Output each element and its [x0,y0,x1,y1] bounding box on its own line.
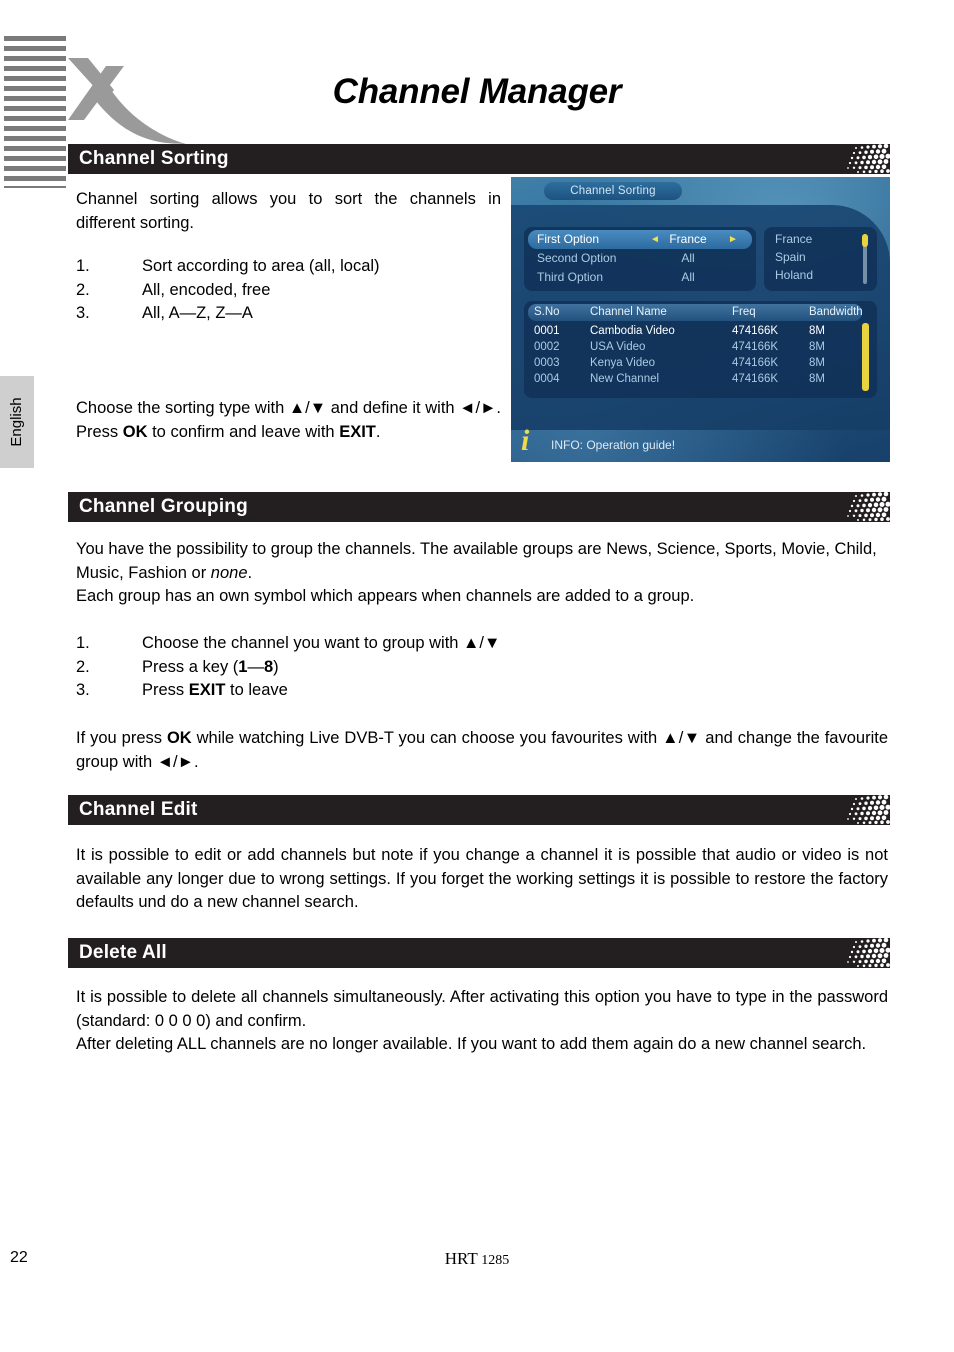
cell-sno: 0002 [534,341,560,353]
cell-bw: 8M [809,373,825,385]
scrollbar-thumb[interactable] [862,234,868,247]
footer-model-name: HRT [444,1249,478,1268]
tv-option-label: First Option [537,232,600,246]
channel-sorting-intro: Channel sorting allows you to sort the c… [76,190,501,232]
cell-bw: 8M [809,341,825,353]
cell-name: USA Video [590,341,646,353]
section-title-channel-edit: Channel Edit [79,799,198,820]
tv-option-value: All [681,270,695,284]
cell-freq: 474166K [732,373,779,385]
list-item: 3. All, A—Z, Z—A [76,302,501,326]
footer-model-number: 1285 [481,1253,510,1268]
list-item-number: 1. [76,634,90,652]
tv-options-box: First Option ◄ France ► Second Option Al… [524,227,756,291]
list-item[interactable]: Holand [775,268,813,282]
cell-name: New Channel [590,373,660,385]
list-item-text: Choose the channel you want to group wit… [142,634,501,652]
cell-sno: 0001 [534,325,560,337]
column-header-sno: S.No [534,306,560,318]
tv-option-row-first[interactable]: First Option ◄ France ► [528,230,752,249]
cell-name: Cambodia Video [590,325,675,337]
channel-grouping-intro: You have the possibility to group the ch… [76,540,877,605]
table-row[interactable]: 0002 USA Video 474166K 8M [528,339,862,355]
tv-window-title: Channel Sorting [544,182,682,200]
tv-country-list[interactable]: France Spain Holand [764,227,877,291]
table-row[interactable]: 0004 New Channel 474166K 8M [528,371,862,387]
tv-option-value: All [681,251,695,265]
tv-option-label: Third Option [537,270,604,284]
channel-sorting-list: 1. Sort according to area (all, local) 2.… [76,255,501,326]
halftone-decoration [847,938,890,968]
list-item: 2. All, encoded, free [76,279,501,303]
tv-screenshot-channel-sorting: Channel Sorting First Option ◄ France ► … [511,177,890,462]
delete-all-body: It is possible to delete all channels si… [76,988,888,1053]
barcode-stripes-decoration [4,36,66,188]
cell-name: Kenya Video [590,357,656,369]
cell-freq: 474166K [732,325,779,337]
section-header-delete-all: Delete All [68,938,890,968]
page-title: Channel Manager [332,72,622,111]
list-item: 1. Sort according to area (all, local) [76,255,501,279]
tv-option-value: France [669,232,707,246]
table-header-row: S.No Channel Name Freq Bandwidth [528,304,863,321]
tv-option-label: Second Option [537,251,617,265]
right-arrow-icon[interactable]: ► [728,230,738,249]
table-row[interactable]: 0001 Cambodia Video 474166K 8M [528,323,862,339]
list-item: 1. Choose the channel you want to group w… [76,632,888,656]
column-header-freq: Freq [732,306,756,318]
tv-info-bar: i INFO: Operation guide! [511,424,890,462]
tv-info-text: INFO: Operation guide! [551,438,676,452]
column-header-name: Channel Name [590,306,667,318]
tv-option-row-third[interactable]: Third Option All [528,268,752,287]
list-item-number: 3. [76,304,90,322]
channel-edit-body: It is possible to edit or add channels b… [76,846,888,911]
section-header-channel-grouping: Channel Grouping [68,492,890,522]
halftone-decoration [847,795,890,825]
section-header-channel-edit: Channel Edit [68,795,890,825]
list-item-number: 3. [76,681,90,699]
channel-grouping-list: 1. Choose the channel you want to group w… [76,632,888,703]
language-tab-english: English [0,376,34,468]
list-item-number: 1. [76,257,90,275]
table-row[interactable]: 0003 Kenya Video 474166K 8M [528,355,862,371]
cell-freq: 474166K [732,341,779,353]
section-title-channel-grouping: Channel Grouping [79,496,248,517]
tv-channel-table: S.No Channel Name Freq Bandwidth 0001 Ca… [524,301,877,398]
list-item: 2. Press a key (1—8) [76,656,888,680]
column-header-bandwidth: Bandwidth [809,306,863,318]
tv-option-row-second[interactable]: Second Option All [528,249,752,268]
language-tab-label: English [8,397,25,447]
section-header-channel-sorting: Channel Sorting [68,144,890,174]
list-item-text: Press EXIT to leave [142,681,288,699]
list-item: 3. Press EXIT to leave [76,679,888,703]
cell-sno: 0003 [534,357,560,369]
cell-freq: 474166K [732,357,779,369]
footer-model: HRT 1285 [0,1249,954,1269]
list-item-text: All, encoded, free [142,280,271,299]
list-item[interactable]: Spain [775,250,806,264]
cell-bw: 8M [809,357,825,369]
list-item-text: Sort according to area (all, local) [142,257,380,275]
list-item-text: All, A—Z, Z—A [142,304,253,322]
scrollbar-thumb[interactable] [862,323,869,391]
list-item[interactable]: France [775,232,812,246]
list-item-number: 2. [76,657,90,676]
section-title-channel-sorting: Channel Sorting [79,148,229,169]
cell-sno: 0004 [534,373,560,385]
info-i-icon: i [521,424,530,457]
halftone-decoration [847,492,890,522]
list-item-text: Press a key (1—8) [142,657,279,676]
halftone-decoration [847,144,890,174]
cell-bw: 8M [809,325,825,337]
list-item-number: 2. [76,280,90,299]
channel-grouping-outro: If you press OK while watching Live DVB-… [76,729,889,771]
channel-sorting-outro: Choose the sorting type with ▲/▼ and def… [76,399,501,441]
section-title-delete-all: Delete All [79,942,167,963]
